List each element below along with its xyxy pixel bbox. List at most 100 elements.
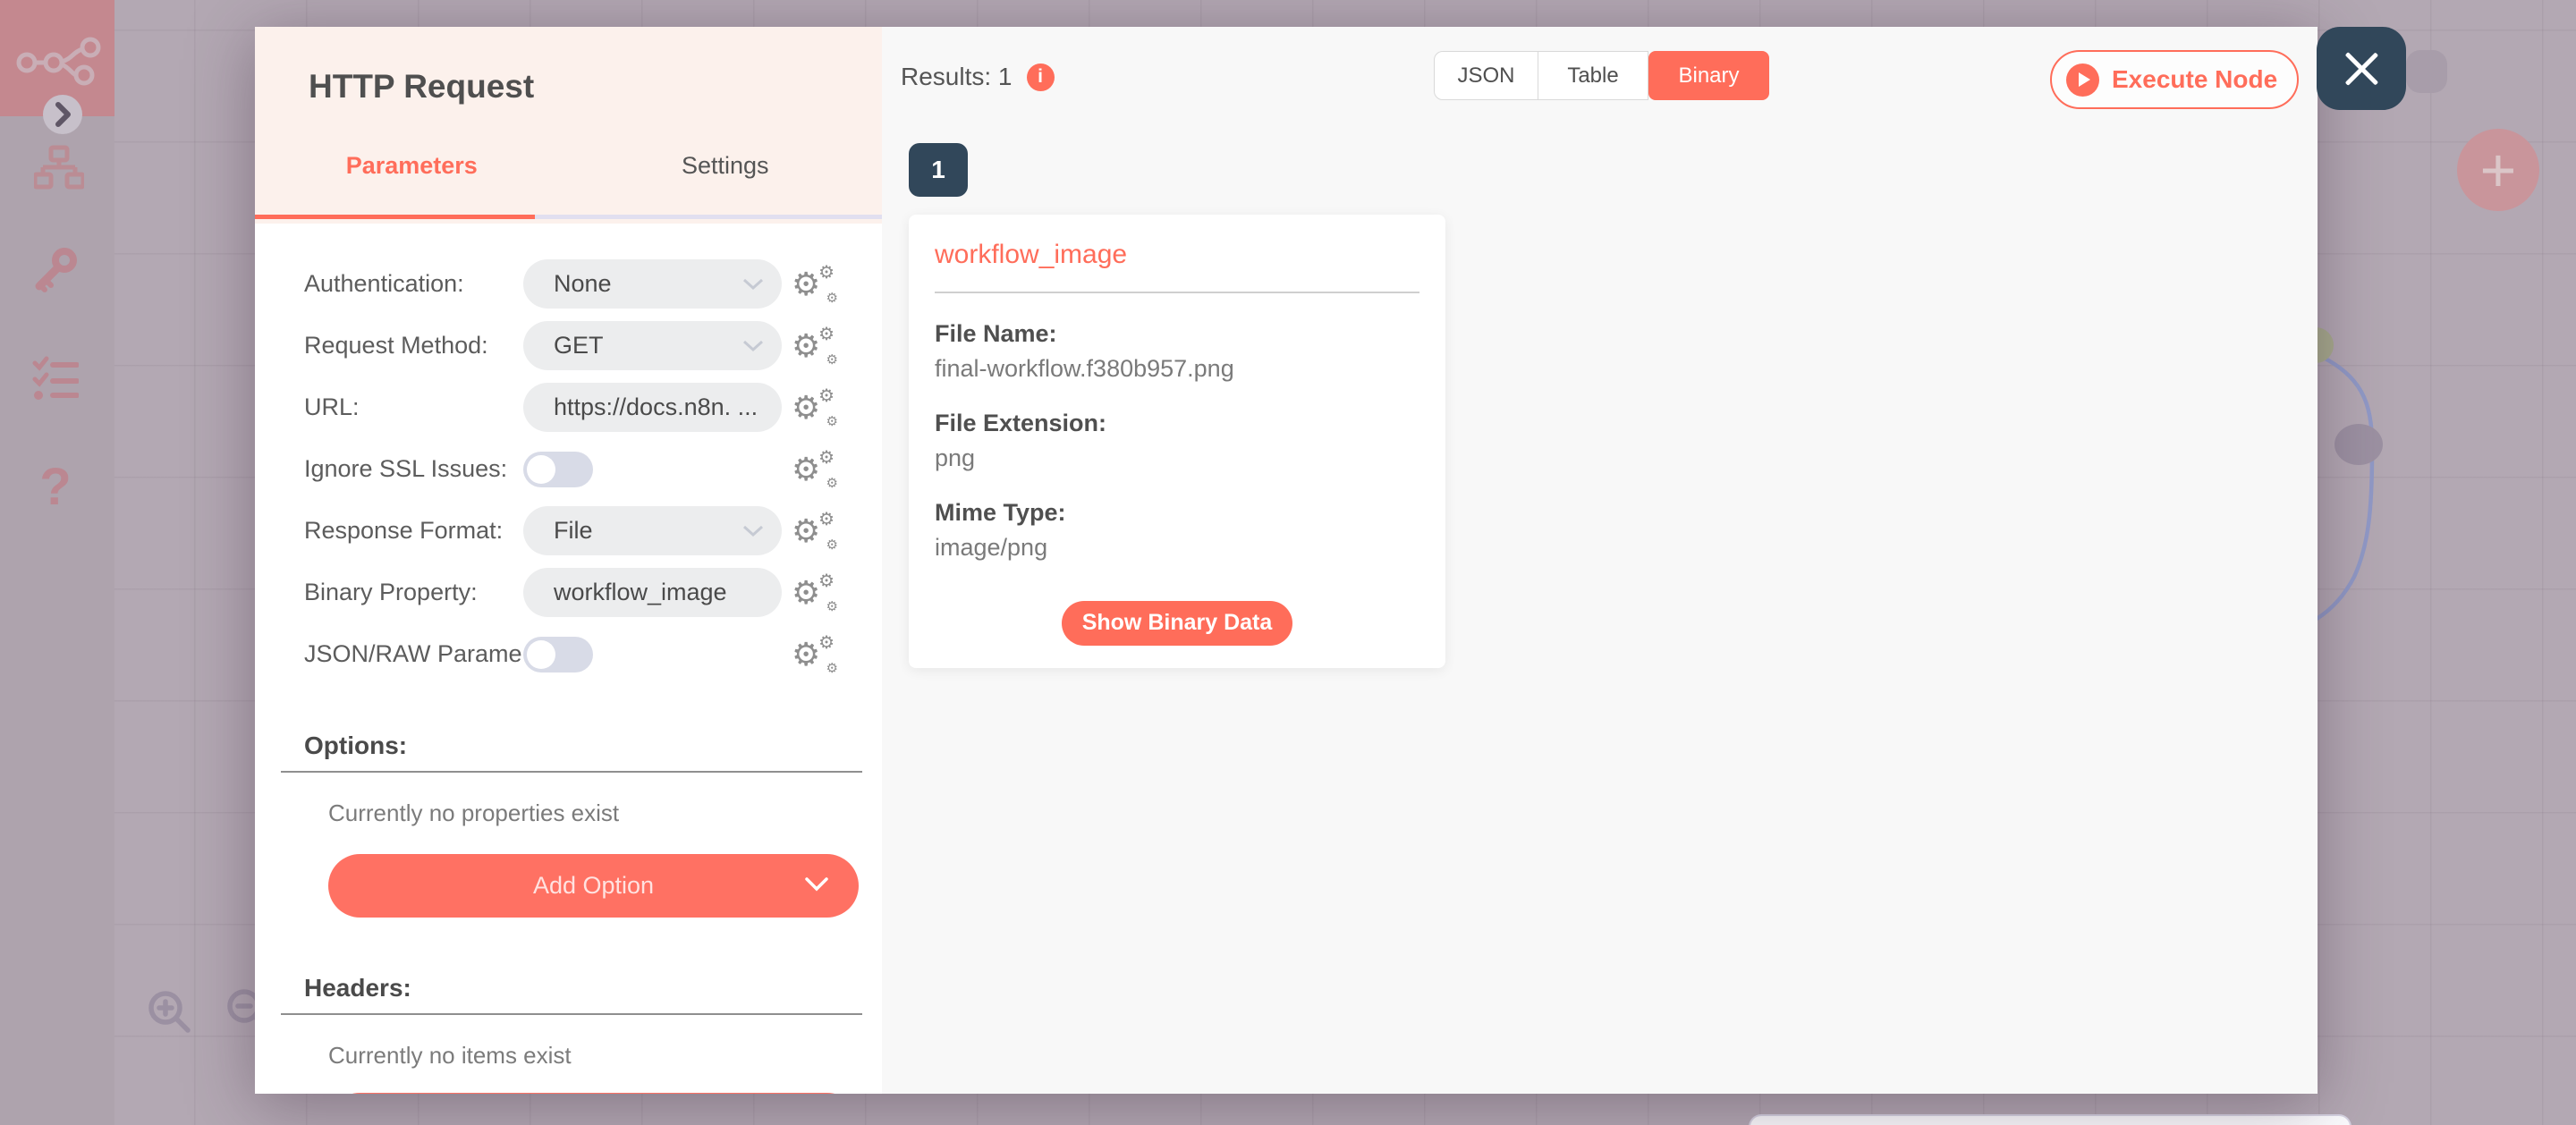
n8n-node-detail-view: ? + HTTP R (0, 0, 2576, 1125)
mime-type-label: Mime Type: (935, 499, 1419, 527)
results-label: Results: 1 (901, 63, 1013, 91)
input-value: https://docs.n8n. ... (554, 393, 764, 421)
results-count: Results: 1 i (901, 63, 1055, 91)
hierarchy-icon (34, 143, 84, 193)
binary-property-input[interactable]: workflow_image (523, 568, 782, 617)
execute-node-label: Execute Node (2112, 65, 2277, 94)
toggle-knob (527, 640, 555, 669)
options-empty-text: Currently no properties exist (328, 799, 836, 827)
active-tab-indicator (255, 215, 535, 219)
field-row-json-raw-parameters: JSON/RAW Parame... ⚙⚙⚙ (304, 623, 836, 685)
select-value: File (554, 517, 742, 545)
chevron-down-icon (805, 877, 828, 892)
field-row-binary-property: Binary Property: workflow_image ⚙⚙⚙ (304, 562, 836, 623)
field-row-response-format: Response Format: File ⚙⚙⚙ (304, 500, 836, 562)
zoom-in-icon (144, 986, 194, 1036)
tab-parameters[interactable]: Parameters (255, 152, 569, 180)
tab-underline-rest (535, 215, 882, 219)
field-label: Ignore SSL Issues: (304, 455, 523, 483)
field-label: Response Format: (304, 517, 523, 545)
field-label: JSON/RAW Parame... (304, 640, 523, 668)
card-divider (935, 292, 1419, 293)
results-view-switcher: JSON Table Binary (1434, 51, 1769, 100)
add-option-label: Add Option (533, 872, 654, 900)
options-section-heading: Options: (304, 732, 836, 760)
authentication-select[interactable]: None (523, 259, 782, 309)
file-name-value: final-workflow.f380b957.png (935, 355, 1419, 383)
ignore-ssl-toggle[interactable] (523, 452, 593, 487)
canvas-zoom-in-button[interactable] (141, 984, 197, 1039)
results-panel: Results: 1 i JSON Table Binary Execute N… (882, 27, 2318, 1094)
field-label: Request Method: (304, 332, 523, 359)
file-extension-value: png (935, 444, 1419, 472)
field-label: Authentication: (304, 270, 523, 298)
add-option-button[interactable]: Add Option (328, 854, 859, 918)
chevron-down-icon (742, 278, 764, 291)
response-format-select[interactable]: File (523, 506, 782, 555)
close-modal-button[interactable] (2317, 27, 2406, 110)
background-panel-edge (1749, 1114, 2351, 1125)
result-item-index-badge[interactable]: 1 (909, 143, 968, 197)
add-header-button[interactable] (328, 1093, 859, 1094)
field-row-request-method: Request Method: GET ⚙⚙⚙ (304, 315, 836, 376)
input-value: workflow_image (554, 579, 764, 606)
sidebar: ? (0, 0, 114, 1125)
parameter-options-gear-icon[interactable]: ⚙⚙⚙ (783, 639, 836, 671)
request-method-select[interactable]: GET (523, 321, 782, 370)
parameter-options-gear-icon[interactable]: ⚙⚙⚙ (783, 392, 836, 424)
section-divider (281, 1013, 862, 1015)
parameter-options-gear-icon[interactable]: ⚙⚙⚙ (783, 330, 836, 362)
play-icon (2066, 63, 2099, 97)
sidebar-collapse-button[interactable] (43, 95, 82, 134)
sidebar-item-credentials[interactable] (32, 247, 79, 293)
json-raw-parameters-toggle[interactable] (523, 637, 593, 672)
toggle-knob (527, 455, 555, 484)
field-label: URL: (304, 393, 523, 421)
parameter-options-gear-icon[interactable]: ⚙⚙⚙ (783, 268, 836, 300)
select-value: GET (554, 332, 742, 359)
question-mark-icon: ? (39, 457, 71, 517)
parameter-options-gear-icon[interactable]: ⚙⚙⚙ (783, 577, 836, 609)
execute-node-button[interactable]: Execute Node (2050, 50, 2299, 109)
field-row-authentication: Authentication: None ⚙⚙⚙ (304, 253, 836, 315)
plus-icon: + (2480, 139, 2517, 201)
field-row-url: URL: https://docs.n8n. ... ⚙⚙⚙ (304, 376, 836, 438)
field-row-ignore-ssl: Ignore SSL Issues: ⚙⚙⚙ (304, 438, 836, 500)
view-tab-table[interactable]: Table (1538, 51, 1648, 100)
show-binary-data-button[interactable]: Show Binary Data (1062, 601, 1292, 646)
chevron-down-icon (742, 340, 764, 352)
parameters-form: Authentication: None ⚙⚙⚙ Req (255, 224, 882, 1094)
url-input[interactable]: https://docs.n8n. ... (523, 383, 782, 432)
binary-property-title: workflow_image (935, 240, 1419, 270)
sidebar-item-help[interactable]: ? (32, 458, 79, 515)
view-tab-binary[interactable]: Binary (1648, 51, 1769, 100)
node-parameters-panel: HTTP Request Parameters Settings Authent… (255, 27, 882, 1094)
parameter-options-gear-icon[interactable]: ⚙⚙⚙ (783, 453, 836, 486)
chevron-right-icon (43, 95, 82, 134)
binary-data-card: workflow_image File Name: final-workflow… (909, 215, 1445, 668)
view-tab-json[interactable]: JSON (1434, 51, 1538, 100)
select-value: None (554, 270, 742, 298)
background-node-dot (2334, 424, 2383, 465)
chevron-down-icon (742, 525, 764, 537)
key-icon (32, 247, 79, 293)
info-icon[interactable]: i (1027, 63, 1055, 91)
mime-type-value: image/png (935, 534, 1419, 562)
headers-empty-text: Currently no items exist (328, 1042, 836, 1070)
field-label: Binary Property: (304, 579, 523, 606)
file-name-label: File Name: (935, 320, 1419, 348)
background-node-pill (2406, 50, 2447, 93)
sidebar-item-workflows[interactable] (34, 143, 84, 193)
file-extension-label: File Extension: (935, 410, 1419, 437)
node-detail-modal: HTTP Request Parameters Settings Authent… (255, 27, 2318, 1094)
headers-section-heading: Headers: (304, 974, 836, 1002)
close-icon (2342, 49, 2381, 89)
tab-settings[interactable]: Settings (569, 152, 883, 180)
parameter-options-gear-icon[interactable]: ⚙⚙⚙ (783, 515, 836, 547)
sidebar-item-executions[interactable] (32, 354, 79, 401)
checklist-icon (32, 354, 79, 401)
node-header: HTTP Request Parameters Settings (255, 27, 882, 224)
tab-underline (255, 215, 882, 219)
add-node-button[interactable]: + (2457, 129, 2539, 211)
node-tabs: Parameters Settings (255, 138, 882, 193)
